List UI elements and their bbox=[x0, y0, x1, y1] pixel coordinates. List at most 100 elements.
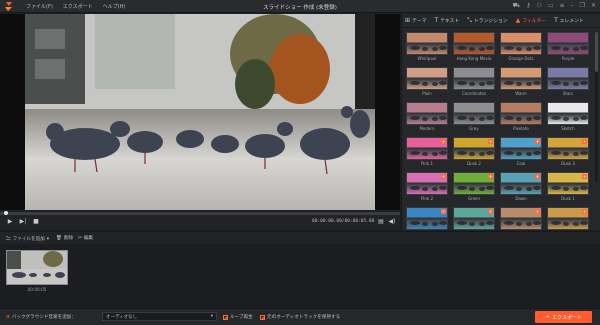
bird-shape bbox=[479, 187, 485, 191]
filter-item[interactable]: Sketch bbox=[547, 102, 589, 132]
add-filter-icon[interactable]: + bbox=[582, 209, 587, 214]
tab-transition[interactable]: ⤡ トランジション bbox=[467, 17, 507, 25]
add-filter-icon[interactable]: + bbox=[535, 174, 540, 179]
menu-help[interactable]: ヘルプ(H) bbox=[103, 3, 126, 10]
filter-item[interactable]: Grey bbox=[453, 102, 495, 132]
stop-icon[interactable]: ■ bbox=[32, 218, 40, 226]
add-filter-icon[interactable]: + bbox=[488, 139, 493, 144]
filter-item[interactable]: Coordinates bbox=[453, 67, 495, 97]
filter-item[interactable]: + Dusk 3 bbox=[547, 137, 589, 167]
bird-shape bbox=[580, 151, 588, 155]
filter-thumbnail[interactable]: + bbox=[500, 137, 542, 160]
add-filter-icon[interactable]: + bbox=[488, 209, 493, 214]
filter-item[interactable]: Purple bbox=[547, 32, 589, 62]
filter-thumbnail[interactable] bbox=[500, 102, 542, 125]
filter-item[interactable]: Orange Dots bbox=[500, 32, 542, 62]
bird-shape bbox=[439, 221, 447, 225]
filter-thumbnail[interactable]: + bbox=[453, 137, 495, 160]
filter-item[interactable]: + Dawn bbox=[500, 172, 542, 202]
add-filter-icon[interactable]: + bbox=[582, 174, 587, 179]
filter-item[interactable]: + Dusk 1 bbox=[547, 172, 589, 202]
filter-thumbnail[interactable]: + bbox=[547, 207, 589, 230]
loop-checkbox[interactable]: ループ再生 bbox=[223, 314, 253, 320]
add-filter-icon[interactable]: + bbox=[488, 174, 493, 179]
title-bar: ファイル(F) エクスポート ヘルプ(H) スライドショー 作成 (未登録) ⛟… bbox=[0, 0, 600, 13]
minimize-icon[interactable]: – bbox=[571, 2, 574, 10]
menu-icon[interactable]: ≡ bbox=[560, 2, 565, 10]
filter-thumbnail[interactable] bbox=[453, 102, 495, 125]
tab-element-label: エレメント bbox=[559, 19, 584, 24]
filter-thumbnail[interactable] bbox=[406, 102, 448, 125]
snapshot-icon[interactable]: ▤ bbox=[377, 218, 385, 226]
filter-thumbnail[interactable] bbox=[547, 32, 589, 55]
add-filter-icon[interactable]: + bbox=[582, 139, 587, 144]
filter-item[interactable]: + Cool bbox=[500, 137, 542, 167]
filter-thumbnail[interactable]: + bbox=[406, 137, 448, 160]
filter-thumbnail[interactable] bbox=[453, 67, 495, 90]
filter-thumbnail[interactable] bbox=[453, 32, 495, 55]
filter-item[interactable]: + Pink 1 bbox=[406, 137, 448, 167]
cart-icon[interactable]: ⛟ bbox=[513, 2, 521, 10]
filter-thumbnail[interactable]: + bbox=[547, 137, 589, 160]
bird-shape bbox=[469, 117, 475, 121]
filter-item[interactable]: Stars bbox=[547, 67, 589, 97]
panel-scrollbar-thumb[interactable] bbox=[595, 32, 598, 72]
close-icon[interactable]: ✕ bbox=[591, 2, 596, 10]
filter-thumbnail[interactable]: + bbox=[406, 172, 448, 195]
tab-filter[interactable]: ▲ フィルター bbox=[516, 17, 547, 24]
filter-thumbnail[interactable]: + bbox=[453, 207, 495, 230]
add-filter-icon[interactable]: + bbox=[535, 209, 540, 214]
audio-select[interactable]: オーディオなし ▾ bbox=[102, 312, 217, 321]
filter-thumbnail[interactable]: + bbox=[453, 172, 495, 195]
clip-thumbnail[interactable] bbox=[6, 250, 68, 285]
restore-icon[interactable]: ❐ bbox=[580, 2, 585, 10]
feedback-icon[interactable]: ▭ bbox=[548, 2, 554, 10]
panel-scrollbar[interactable] bbox=[595, 32, 598, 182]
keep-audio-checkbox[interactable]: 元のオーディオトラックを保持する bbox=[260, 314, 340, 320]
filter-item[interactable]: + Green bbox=[453, 172, 495, 202]
play-icon[interactable]: ▶ bbox=[6, 218, 14, 226]
tab-theme[interactable]: ⊞ テーマ bbox=[405, 17, 426, 24]
keep-audio-check-icon[interactable] bbox=[260, 314, 265, 320]
filter-thumbnail[interactable]: + bbox=[500, 172, 542, 195]
filter-item[interactable]: + Pink 2 bbox=[406, 172, 448, 202]
volume-icon[interactable]: ◀) bbox=[388, 218, 396, 226]
filter-preview-image bbox=[551, 46, 588, 51]
filter-item[interactable]: Hong Kong Movie bbox=[453, 32, 495, 62]
filter-thumbnail[interactable] bbox=[406, 32, 448, 55]
key-icon[interactable]: ⚷ bbox=[526, 2, 530, 10]
add-filter-icon[interactable]: + bbox=[441, 174, 446, 179]
step-forward-icon[interactable]: ▶| bbox=[19, 218, 27, 226]
filter-thumbnail[interactable] bbox=[547, 67, 589, 90]
filter-item[interactable]: Whirlpool bbox=[406, 32, 448, 62]
add-file-button[interactable]: 🗀 ファイルを追加 ▾ bbox=[6, 235, 49, 243]
filter-thumbnail[interactable]: + bbox=[500, 207, 542, 230]
filter-thumbnail[interactable] bbox=[547, 102, 589, 125]
filter-preview-image bbox=[504, 116, 541, 121]
user-icon[interactable]: ⚇ bbox=[536, 2, 541, 10]
menu-export[interactable]: エクスポート bbox=[63, 3, 93, 10]
loop-check-icon[interactable] bbox=[223, 314, 228, 320]
filter-item[interactable]: Plain bbox=[406, 67, 448, 97]
add-filter-icon[interactable]: + bbox=[441, 139, 446, 144]
filter-item[interactable]: Warm bbox=[500, 67, 542, 97]
filter-item[interactable]: + Dusk 2 bbox=[453, 137, 495, 167]
filter-thumbnail[interactable] bbox=[406, 67, 448, 90]
add-filter-icon[interactable]: + bbox=[535, 139, 540, 144]
export-button[interactable]: ⇥ エクスポート bbox=[535, 311, 592, 323]
menu-file[interactable]: ファイル(F) bbox=[26, 3, 53, 10]
preview-image bbox=[25, 14, 375, 210]
tab-text[interactable]: T テキスト bbox=[434, 17, 459, 24]
filter-thumbnail[interactable] bbox=[500, 67, 542, 90]
filter-item[interactable]: Modern bbox=[406, 102, 448, 132]
filter-thumbnail[interactable]: + bbox=[547, 172, 589, 195]
bird-shape bbox=[563, 47, 569, 51]
add-filter-icon[interactable]: + bbox=[441, 209, 446, 214]
music-add-icon: ⊕ bbox=[6, 314, 10, 320]
edit-button[interactable]: ✂ 編集 bbox=[78, 235, 93, 242]
filter-thumbnail[interactable] bbox=[500, 32, 542, 55]
filter-item[interactable]: Pixelate bbox=[500, 102, 542, 132]
filter-thumbnail[interactable]: + bbox=[406, 207, 448, 230]
delete-button[interactable]: 🗑 削除 bbox=[56, 235, 73, 242]
tab-element[interactable]: T エレメント bbox=[554, 17, 584, 24]
